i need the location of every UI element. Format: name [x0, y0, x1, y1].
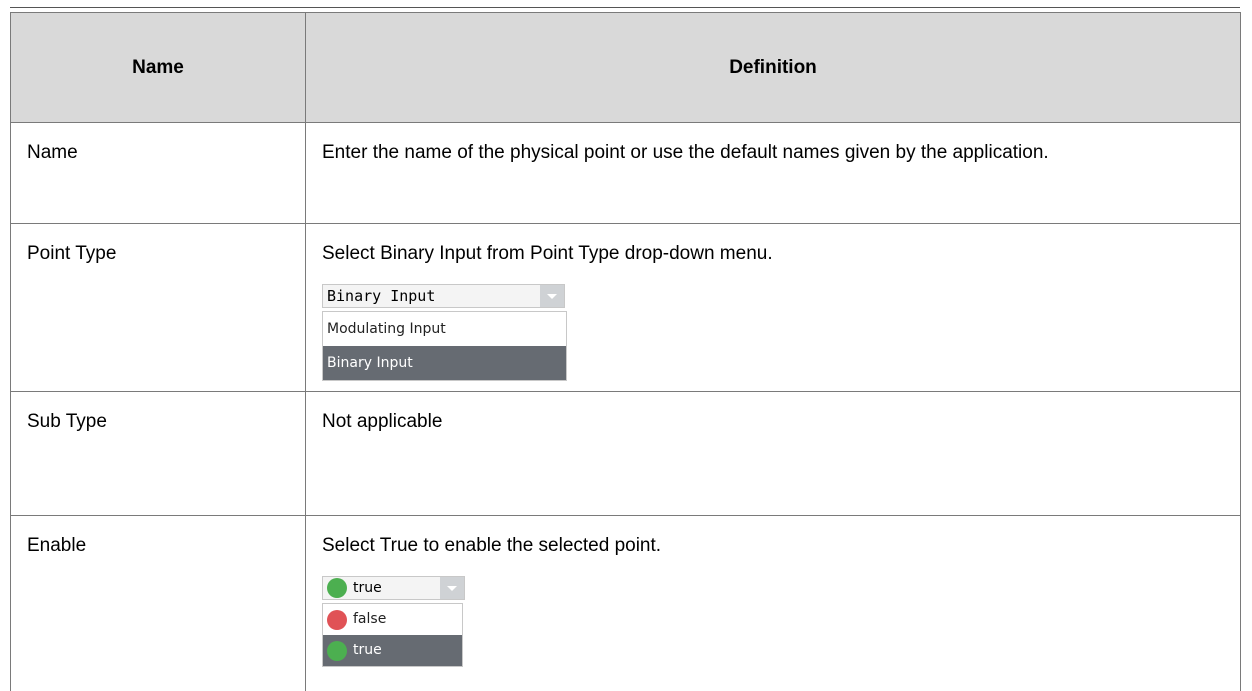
row-definition-text: Select Binary Input from Point Type drop…	[322, 237, 1224, 270]
enable-options: false true	[322, 603, 463, 667]
row-name-cell: Enable	[11, 516, 306, 691]
row-definition-text: Select True to enable the selected point…	[322, 529, 1224, 562]
row-name-cell: Sub Type	[11, 392, 306, 516]
green-status-icon	[327, 578, 347, 598]
table-row: Sub Type Not applicable	[11, 392, 1241, 516]
green-status-icon	[327, 641, 347, 661]
dropdown-arrow-button[interactable]	[440, 577, 464, 599]
option-label: true	[353, 634, 382, 667]
red-status-icon	[327, 610, 347, 630]
definition-table: Name Definition Name Enter the name of t…	[10, 12, 1241, 691]
enable-value: true	[353, 572, 382, 605]
point-type-dropdown[interactable]: Binary Input Modulating Input Binary Inp…	[322, 284, 567, 381]
option-false[interactable]: false	[323, 604, 462, 635]
option-modulating-input[interactable]: Modulating Input	[323, 312, 566, 346]
row-definition-cell: Not applicable	[306, 392, 1241, 516]
row-definition-cell: Enter the name of the physical point or …	[306, 123, 1241, 224]
row-definition-cell: Select True to enable the selected point…	[306, 516, 1241, 691]
dropdown-arrow-button[interactable]	[540, 285, 564, 307]
row-name-cell: Name	[11, 123, 306, 224]
header-definition: Definition	[306, 13, 1241, 123]
header-row: Name Definition	[11, 13, 1241, 123]
table-row: Name Enter the name of the physical poin…	[11, 123, 1241, 224]
top-rule	[10, 7, 1240, 8]
table-row: Enable Select True to enable the selecte…	[11, 516, 1241, 691]
chevron-down-icon	[447, 586, 457, 591]
point-type-field[interactable]: Binary Input	[322, 284, 565, 308]
row-definition-cell: Select Binary Input from Point Type drop…	[306, 224, 1241, 392]
row-name-cell: Point Type	[11, 224, 306, 392]
point-type-value: Binary Input	[327, 280, 435, 313]
option-true[interactable]: true	[323, 635, 462, 666]
table-row: Point Type Select Binary Input from Poin…	[11, 224, 1241, 392]
header-name: Name	[11, 13, 306, 123]
option-binary-input[interactable]: Binary Input	[323, 346, 566, 380]
point-type-options: Modulating Input Binary Input	[322, 311, 567, 381]
enable-dropdown[interactable]: true false true	[322, 576, 465, 667]
enable-field[interactable]: true	[322, 576, 465, 600]
option-label: false	[353, 603, 386, 636]
chevron-down-icon	[547, 294, 557, 299]
